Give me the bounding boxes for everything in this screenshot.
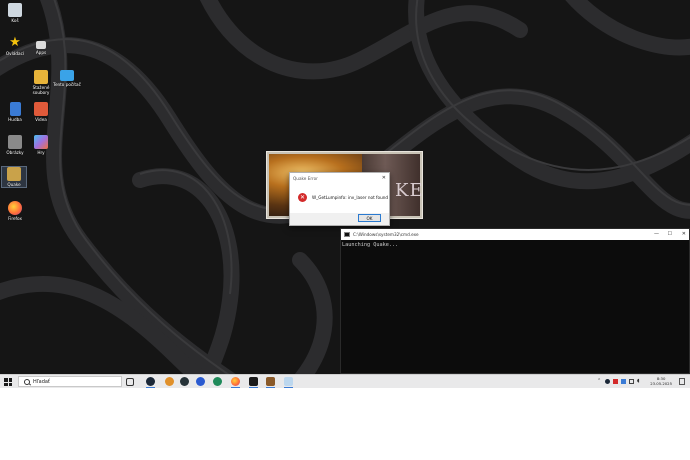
- firefox-icon: [8, 201, 22, 215]
- ok-button[interactable]: OK: [358, 214, 381, 222]
- console-title: C:\Windows\system32\cmd.exe: [353, 232, 419, 237]
- console-icon: [344, 232, 350, 237]
- close-icon[interactable]: ✕: [682, 231, 686, 237]
- games-icon: [34, 135, 48, 149]
- steam-tray-icon[interactable]: [605, 379, 610, 384]
- maximize-icon[interactable]: ☐: [668, 231, 672, 237]
- taskbar-search[interactable]: Hľadať: [18, 376, 122, 387]
- firefox-icon[interactable]: [231, 377, 240, 388]
- network-icon[interactable]: [629, 379, 634, 384]
- this-pc-icon: [60, 70, 74, 81]
- taskbar: Hľadať ⌃ ◖ 8:30 23.05.2025: [0, 374, 690, 388]
- desktop-icon-videos[interactable]: Videa: [26, 102, 56, 122]
- terminal-icon[interactable]: [249, 377, 258, 388]
- music-icon: [9, 102, 21, 116]
- videos-icon: [34, 102, 48, 116]
- close-icon[interactable]: ✕: [382, 175, 386, 181]
- pictures-icon: [8, 135, 22, 149]
- console-titlebar[interactable]: C:\Windows\system32\cmd.exe — ☐ ✕: [341, 229, 689, 240]
- error-dialog: Quake Error ✕ ✕ W_GetLumpinfo: inv_laser…: [289, 172, 390, 226]
- volume-icon[interactable]: ◖: [637, 379, 642, 384]
- apps-icon: [36, 41, 46, 49]
- quake-icon[interactable]: [266, 377, 275, 388]
- console-output: Launching Quake...: [342, 242, 399, 248]
- search-icon: [24, 379, 30, 385]
- desktop-icon-games[interactable]: Hry: [26, 135, 56, 155]
- clock-date: 23.05.2025: [650, 381, 672, 386]
- recycle-bin-icon: [8, 3, 22, 17]
- tray-app-icon[interactable]: [613, 379, 618, 384]
- desktop-icon-firefox[interactable]: Firefox: [0, 201, 30, 221]
- desktop-icon-apps[interactable]: Apps: [26, 38, 56, 55]
- app-blue-icon[interactable]: [196, 377, 205, 386]
- splash-logo: KE: [395, 180, 423, 201]
- error-message: W_GetLumpinfo: inv_laser not found: [312, 195, 389, 200]
- task-view-icon[interactable]: [126, 378, 134, 386]
- dialog-body: ✕ W_GetLumpinfo: inv_laser not found: [290, 184, 389, 213]
- desktop-icon-recycle-bin[interactable]: Koš: [0, 3, 30, 23]
- star-icon: ★: [9, 35, 21, 50]
- app-green-icon[interactable]: [213, 377, 222, 386]
- downloads-folder-icon: [34, 70, 48, 84]
- console-window: C:\Windows\system32\cmd.exe — ☐ ✕ Launch…: [340, 228, 690, 374]
- app-dark-icon[interactable]: [180, 377, 189, 386]
- dialog-title: Quake Error: [293, 176, 318, 181]
- desktop: Koš ★ Ovládací Apps Stažené soubory Tent…: [0, 0, 690, 388]
- minimize-icon[interactable]: —: [654, 231, 659, 237]
- notifications-icon[interactable]: [679, 378, 685, 385]
- tray-app-blue-icon[interactable]: [621, 379, 626, 384]
- quake-icon: [7, 167, 21, 181]
- clock[interactable]: 8:30 23.05.2025: [650, 376, 672, 386]
- steam-icon[interactable]: [146, 377, 155, 388]
- search-placeholder: Hľadať: [33, 379, 50, 385]
- notepad-icon[interactable]: [284, 377, 293, 388]
- dialog-titlebar[interactable]: Quake Error ✕: [290, 173, 389, 184]
- start-button[interactable]: [4, 378, 12, 386]
- chevron-up-icon[interactable]: ⌃: [597, 379, 602, 384]
- app-orange-icon[interactable]: [165, 377, 174, 386]
- desktop-icon-this-pc[interactable]: Tento počítač: [52, 70, 82, 87]
- desktop-icon-quake[interactable]: Quake: [1, 166, 27, 188]
- error-icon: ✕: [298, 193, 307, 202]
